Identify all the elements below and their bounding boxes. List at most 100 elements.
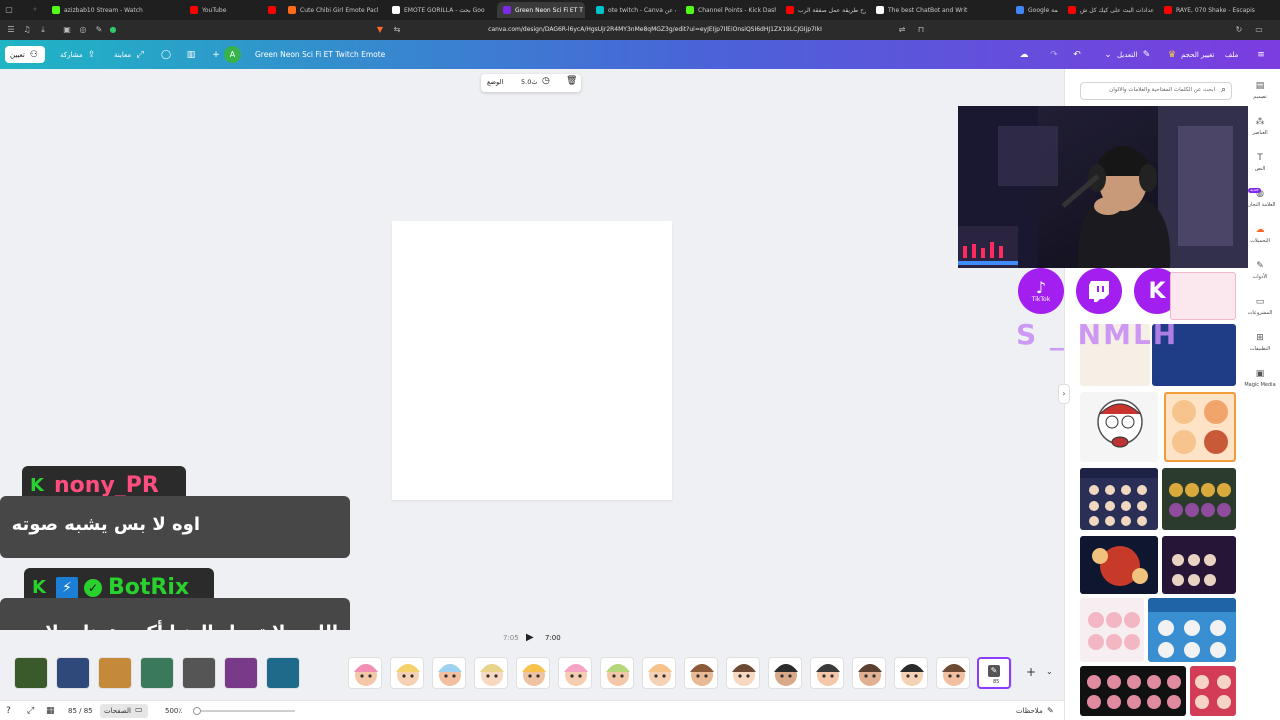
music-icon[interactable]: ♫ (22, 25, 32, 35)
page-thumbnail[interactable] (642, 657, 676, 689)
notes-icon[interactable]: ✎ (1047, 705, 1054, 717)
page-thumbnail[interactable] (390, 657, 424, 689)
page-thumbnail[interactable] (852, 657, 886, 689)
edit-menu-button[interactable]: ⌄ التعديل ✎ (1102, 46, 1153, 63)
page-thumbnail[interactable] (56, 657, 90, 689)
zoom-slider[interactable] (193, 707, 295, 715)
add-collaborator-icon[interactable]: + (210, 49, 222, 61)
template-thumbnail[interactable] (1080, 598, 1144, 662)
zoom-slider-handle[interactable] (193, 707, 201, 715)
avatar[interactable]: A (224, 46, 241, 63)
duration-value[interactable]: 5.0ث (521, 78, 537, 86)
browser-tab[interactable]: azizbab10 Stream - Watch (46, 2, 180, 18)
page-thumbnail[interactable] (726, 657, 760, 689)
page-thumbnail[interactable] (266, 657, 300, 689)
template-thumbnail[interactable] (1162, 536, 1236, 594)
rail-item[interactable]: ▭ المشروعات (1242, 296, 1278, 326)
page-thumbnail[interactable] (684, 657, 718, 689)
page-thumbnail[interactable] (810, 657, 844, 689)
trash-icon[interactable]: 🗑 (566, 76, 577, 86)
page-thumbnail[interactable] (600, 657, 634, 689)
share-publish-button[interactable]: تعيين ⚇ (5, 46, 45, 63)
template-thumbnail[interactable] (1080, 536, 1158, 594)
template-thumbnail[interactable] (1164, 392, 1236, 462)
undo-icon[interactable]: ↶ (1071, 49, 1083, 61)
help-icon[interactable]: ? (6, 705, 11, 717)
browser-tab[interactable]: إعدادات البث على كيك كل ش (1062, 2, 1154, 18)
template-thumbnail[interactable] (1190, 666, 1236, 716)
clock-icon[interactable]: ◷ (542, 76, 550, 86)
bookmark-icon[interactable]: ⊓ (916, 25, 926, 35)
resize-button[interactable]: ♛ تغيير الحجم (1166, 46, 1214, 63)
hamburger-icon[interactable]: ≡ (1255, 49, 1267, 61)
page-thumbnail[interactable] (894, 657, 928, 689)
grid-view-icon[interactable]: ▦ (46, 705, 55, 717)
preview-button[interactable]: معاينة ⤢ (114, 46, 146, 63)
browser-tab[interactable]: RAYE, 070 Shake - Escapis (1158, 2, 1276, 18)
tab-favicon-icon (1016, 6, 1024, 14)
tab-label: Google ترجمة (1028, 6, 1058, 14)
share-page-icon[interactable]: ⇌ (897, 25, 907, 35)
page-thumbnail[interactable] (474, 657, 508, 689)
browser-tab[interactable]: ote twitch - Canva بحث عن (590, 2, 676, 18)
template-thumbnail[interactable] (1162, 468, 1236, 530)
browser-tab[interactable]: The best ChatBot and Writ (870, 2, 1006, 18)
window-menu-icon[interactable]: ▢ (4, 5, 14, 15)
current-page-thumb[interactable]: ✎ 85 (977, 657, 1011, 689)
template-thumbnail[interactable] (1170, 272, 1236, 320)
emote-face-icon (774, 664, 798, 686)
template-thumbnail[interactable] (1080, 468, 1158, 530)
browser-tab[interactable]: Green Neon Sci Fi ET T (497, 2, 585, 18)
browser-tab[interactable]: Cute Chibi Girl Emote Pack (282, 2, 378, 18)
template-thumbnail[interactable] (1080, 666, 1186, 716)
download-icon[interactable]: ⤓ (38, 25, 48, 35)
search-input[interactable]: ⌕ ابحث عن الكلمات المفتاحية والعلامات وا… (1080, 82, 1232, 100)
page-thumbnail[interactable] (98, 657, 132, 689)
share-button[interactable]: مشاركة ⇪ (60, 46, 98, 63)
browser-tab[interactable]: Google ترجمة (1010, 2, 1058, 18)
search-placeholder: ابحث عن الكلمات المفتاحية والعلامات والأ… (1109, 87, 1215, 93)
page-thumbnail[interactable] (516, 657, 550, 689)
page-thumbnail[interactable] (224, 657, 258, 689)
analytics-icon[interactable]: ▥ (185, 49, 197, 61)
extension-icon[interactable]: ◎ (78, 25, 88, 35)
design-title[interactable]: Green Neon Sci Fi ET Twitch Emote (255, 46, 385, 63)
page-thumbnail[interactable] (348, 657, 382, 689)
rail-item[interactable]: ▣ Magic Media (1242, 368, 1278, 398)
page-thumbnail[interactable] (182, 657, 216, 689)
page-thumbnail[interactable] (14, 657, 48, 689)
page-thumbnail[interactable] (558, 657, 592, 689)
comment-icon[interactable]: ◯ (160, 49, 172, 61)
play-icon[interactable]: ▶ (526, 632, 534, 643)
tab-search-icon[interactable]: ◦ (30, 5, 40, 15)
window-icon[interactable]: ▭ (1254, 25, 1264, 35)
screenshot-icon[interactable]: ▣ (62, 25, 72, 35)
page-thumbnail[interactable] (768, 657, 802, 689)
rail-item[interactable]: ⊞ التطبيقات (1242, 332, 1278, 362)
notes-label[interactable]: ملاحظات (1016, 705, 1043, 717)
page-thumbnail[interactable] (432, 657, 466, 689)
add-page-icon[interactable]: + (1026, 665, 1036, 679)
redo-icon[interactable]: ↷ (1048, 49, 1060, 61)
file-menu-button[interactable]: ملف (1225, 46, 1238, 63)
pages-toggle-button[interactable]: الصفحات ▭ (100, 704, 148, 718)
brave-shield-icon[interactable]: ▼ (375, 25, 385, 35)
browser-tab[interactable]: شرح طريقة عمل صفقة الرب (780, 2, 866, 18)
template-thumbnail[interactable] (1080, 392, 1158, 462)
pen-icon[interactable]: ✎ (94, 25, 104, 35)
reload-icon[interactable]: ↻ (1234, 25, 1244, 35)
template-thumbnail[interactable] (1148, 598, 1236, 662)
collapse-panel-button[interactable]: › (1058, 384, 1070, 404)
position-button[interactable]: الوضع (487, 78, 503, 86)
browser-tab[interactable]: ج (262, 2, 278, 18)
design-canvas[interactable] (392, 221, 672, 500)
address-bar-url[interactable]: canva.com/design/DAG6R-l6ycA/HgsUjr2R4MY… (400, 23, 910, 37)
browser-tab[interactable]: Channel Points - Kick Dash (680, 2, 776, 18)
fullscreen-icon[interactable]: ⤢ (27, 705, 34, 717)
page-thumbnail[interactable] (936, 657, 970, 689)
browser-tab[interactable]: EMOTE GORILLA - بحث Goo (386, 2, 492, 18)
page-thumbnail[interactable] (140, 657, 174, 689)
chevron-down-icon[interactable]: ⌄ (1046, 667, 1053, 676)
browser-tab[interactable]: YouTube (184, 2, 258, 18)
menu-icon[interactable]: ☰ (6, 25, 16, 35)
